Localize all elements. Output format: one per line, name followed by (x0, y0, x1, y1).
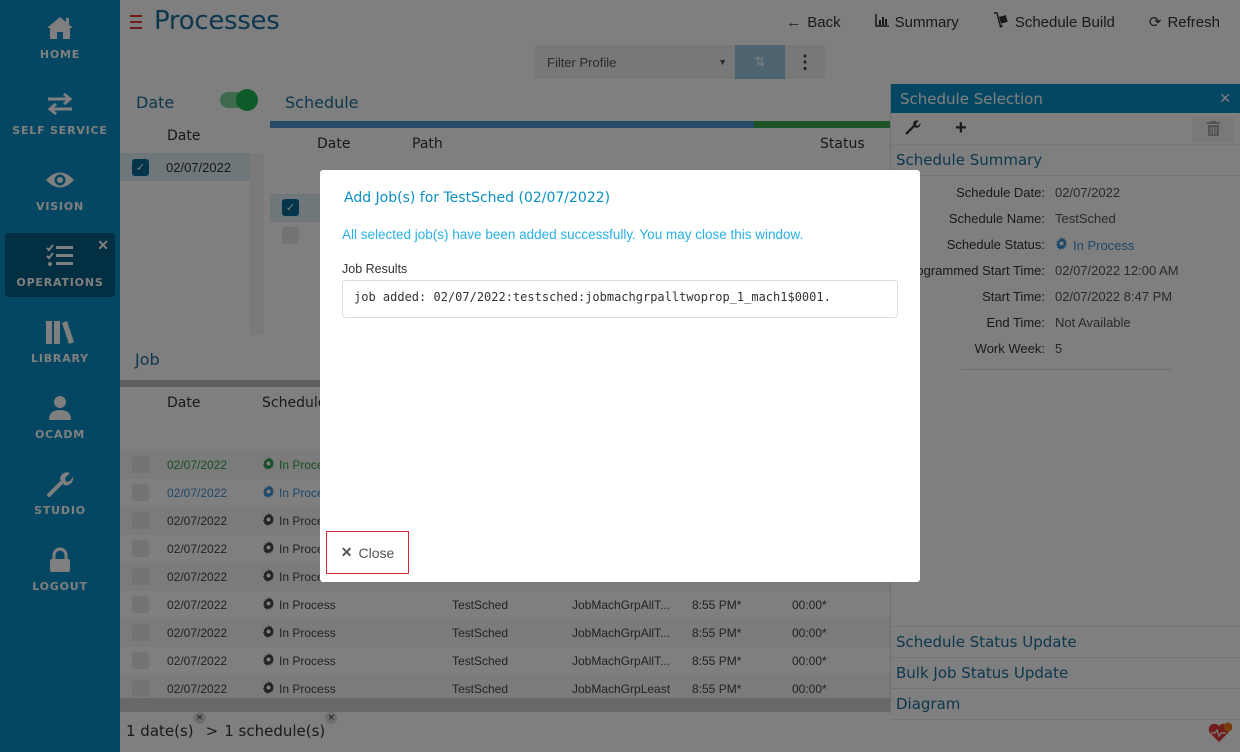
success-message: All selected job(s) have been added succ… (342, 227, 804, 242)
job-results-label: Job Results (342, 262, 408, 276)
close-button[interactable]: ✕ Close (326, 531, 409, 574)
close-icon: ✕ (340, 544, 353, 560)
dialog-title: Add Job(s) for TestSched (02/07/2022) (344, 190, 611, 206)
add-jobs-dialog: Add Job(s) for TestSched (02/07/2022) Al… (320, 170, 920, 582)
job-results-field[interactable]: job added: 02/07/2022:testsched:jobmachg… (342, 280, 898, 318)
close-label: Close (358, 544, 395, 561)
